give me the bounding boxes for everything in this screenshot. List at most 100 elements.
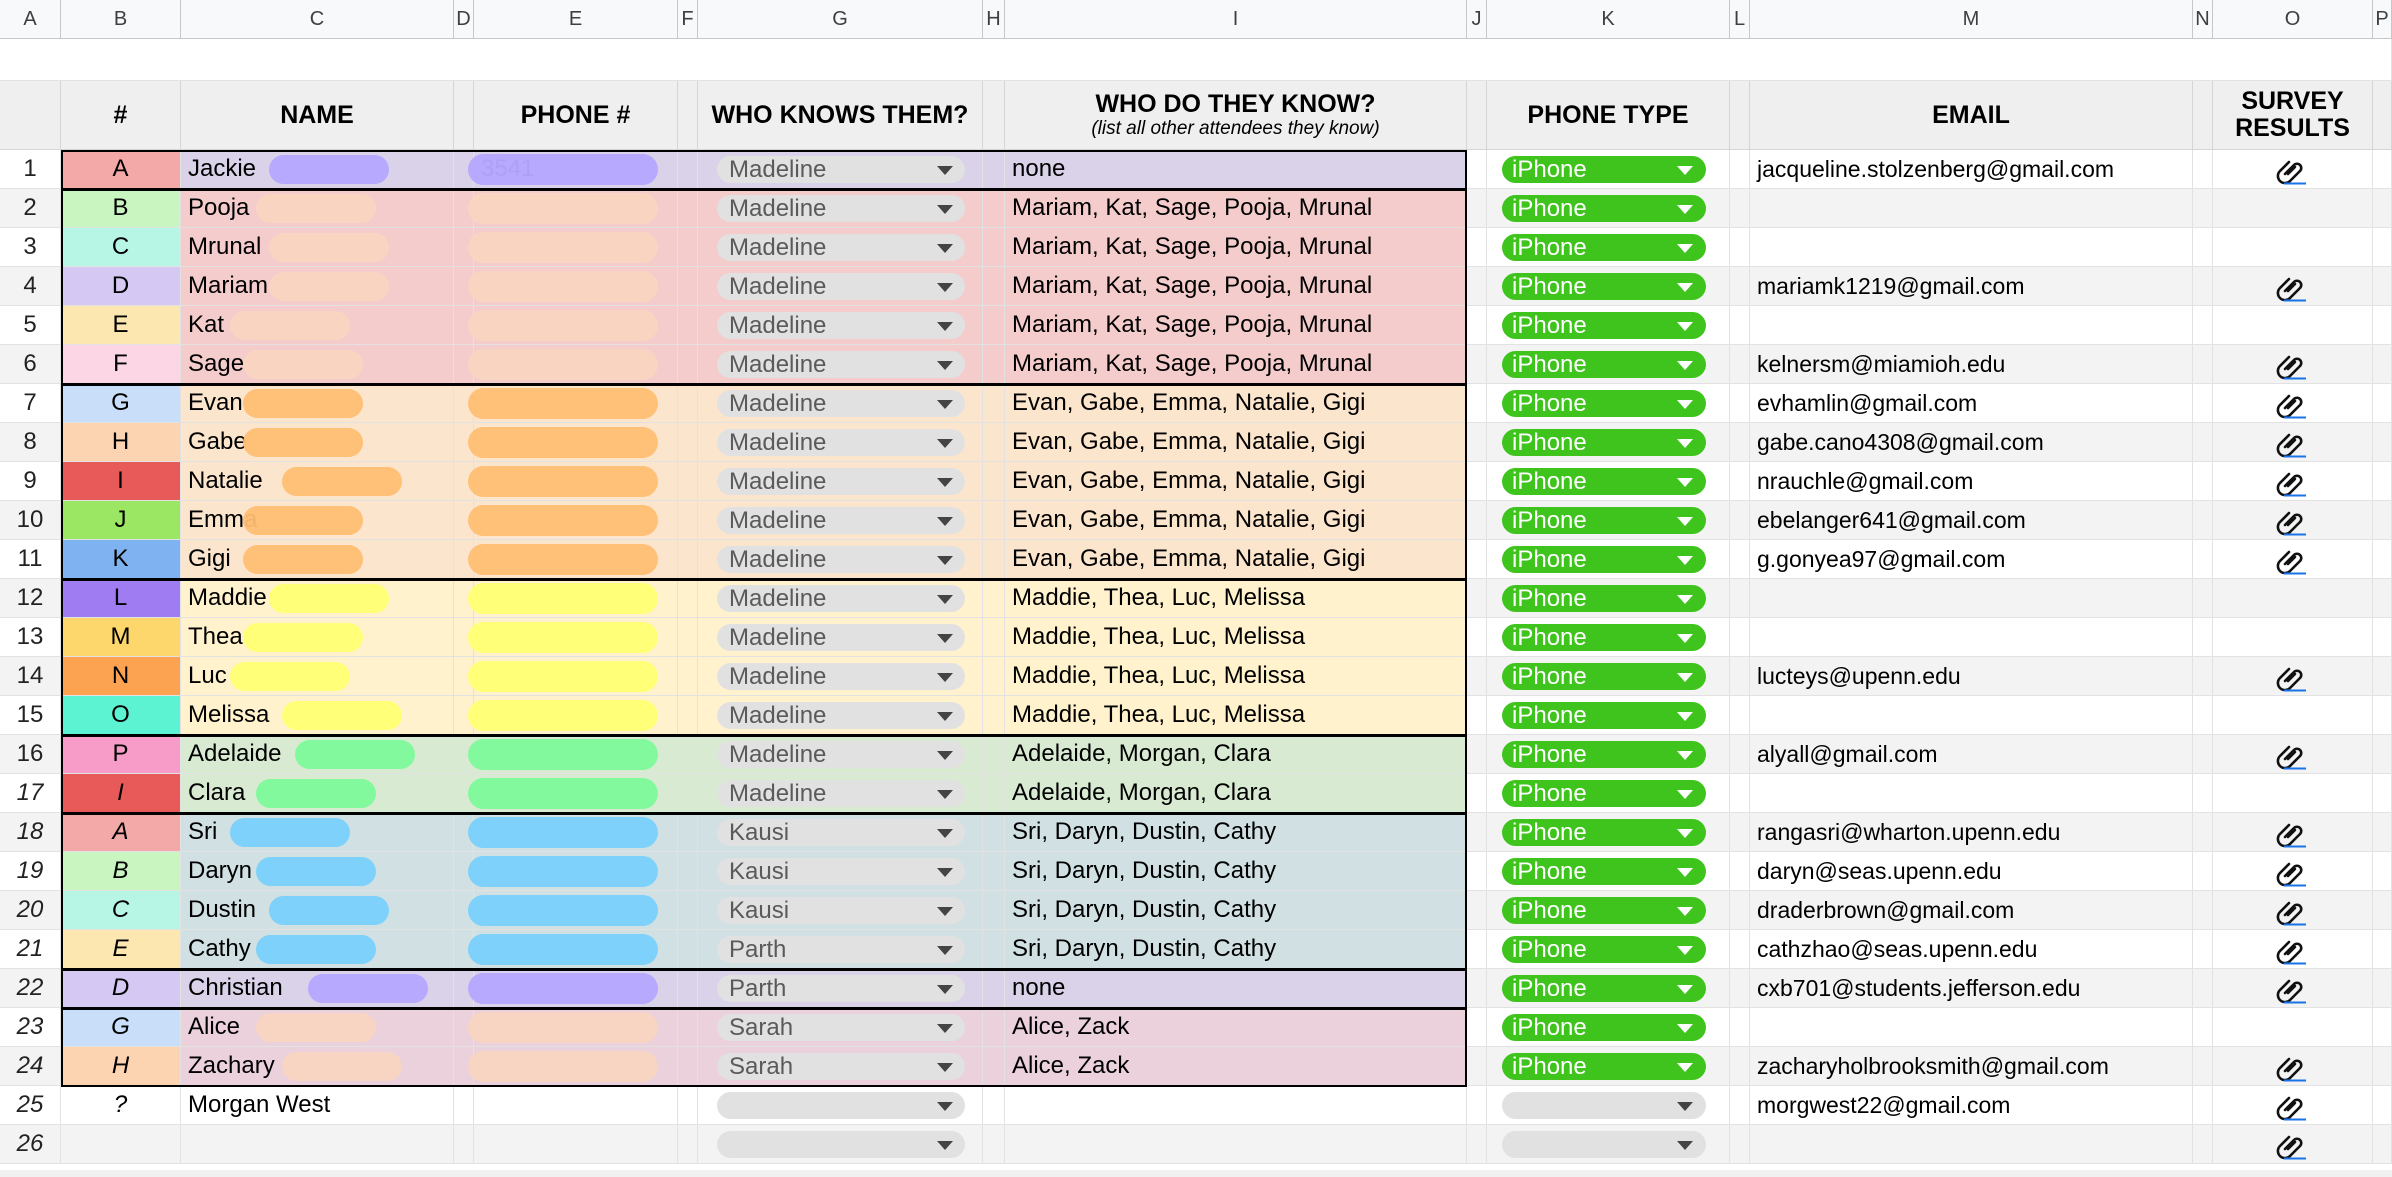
group-letter-cell[interactable]: N [61,657,181,696]
row-number[interactable]: 5 [0,306,61,345]
column-header-k[interactable]: K [1487,0,1730,39]
who-do-they-know-cell[interactable]: Maddie, Thea, Luc, Melissa [1005,618,1467,657]
chevron-down-icon[interactable] [1677,166,1693,175]
chevron-down-icon[interactable] [1677,400,1693,409]
email-cell[interactable]: nrauchle@gmail.com [1750,462,2193,501]
phone-type-dropdown[interactable]: iPhone [1502,585,1706,612]
email-cell[interactable]: mariamk1219@gmail.com [1750,267,2193,306]
who-knows-dropdown[interactable]: Madeline [717,741,965,768]
email-cell[interactable]: cathzhao@seas.upenn.edu [1750,930,2193,969]
phone-type-dropdown[interactable]: iPhone [1502,546,1706,573]
email-cell[interactable] [1750,1008,2193,1047]
phone-type-dropdown[interactable]: iPhone [1502,936,1706,963]
chevron-down-icon[interactable] [937,907,953,916]
chevron-down-icon[interactable] [937,790,953,799]
phone-type-dropdown[interactable]: iPhone [1502,975,1706,1002]
chevron-down-icon[interactable] [937,439,953,448]
chevron-down-icon[interactable] [1677,478,1693,487]
who-do-they-know-cell[interactable]: Mariam, Kat, Sage, Pooja, Mrunal [1005,345,1467,384]
link-chip-icon[interactable] [2276,1052,2310,1082]
group-letter-cell[interactable]: M [61,618,181,657]
link-chip-icon[interactable] [2276,350,2310,380]
phone-type-dropdown[interactable]: iPhone [1502,897,1706,924]
who-knows-dropdown[interactable]: Madeline [717,702,965,729]
email-cell[interactable]: evhamlin@gmail.com [1750,384,2193,423]
column-header-f[interactable]: F [678,0,698,39]
email-cell[interactable]: jacqueline.stolzenberg@gmail.com [1750,150,2193,189]
who-knows-dropdown[interactable]: Kausi [717,819,965,846]
survey-results-cell[interactable] [2213,579,2373,618]
column-header-m[interactable]: M [1750,0,2193,39]
email-cell[interactable] [1750,696,2193,735]
column-header-d[interactable]: D [454,0,474,39]
chevron-down-icon[interactable] [1677,985,1693,994]
survey-results-cell[interactable] [2213,306,2373,345]
chevron-down-icon[interactable] [1677,907,1693,916]
link-chip-icon[interactable] [2276,818,2310,848]
survey-results-cell[interactable] [2213,618,2373,657]
who-knows-dropdown[interactable]: Madeline [717,624,965,651]
who-knows-dropdown[interactable]: Madeline [717,663,965,690]
chevron-down-icon[interactable] [1677,790,1693,799]
chevron-down-icon[interactable] [1677,1024,1693,1033]
who-knows-dropdown[interactable]: Madeline [717,429,965,456]
chevron-down-icon[interactable] [937,400,953,409]
row-number[interactable]: 3 [0,228,61,267]
email-cell[interactable] [1750,306,2193,345]
chevron-down-icon[interactable] [1677,946,1693,955]
chevron-down-icon[interactable] [1677,283,1693,292]
phone-type-dropdown[interactable]: iPhone [1502,702,1706,729]
phone-type-dropdown[interactable]: iPhone [1502,663,1706,690]
chevron-down-icon[interactable] [937,244,953,253]
chevron-down-icon[interactable] [937,868,953,877]
group-letter-cell[interactable]: J [61,501,181,540]
who-knows-dropdown[interactable]: Madeline [717,468,965,495]
chevron-down-icon[interactable] [937,985,953,994]
chevron-down-icon[interactable] [937,829,953,838]
who-knows-dropdown[interactable]: Parth [717,975,965,1002]
phone-type-dropdown[interactable]: iPhone [1502,429,1706,456]
who-knows-dropdown[interactable]: Kausi [717,897,965,924]
who-do-they-know-cell[interactable]: Alice, Zack [1005,1008,1467,1047]
phone-type-dropdown[interactable]: iPhone [1502,858,1706,885]
survey-results-cell[interactable] [2213,228,2373,267]
who-knows-dropdown[interactable]: Sarah [717,1053,965,1080]
group-letter-cell[interactable]: D [61,267,181,306]
phone-type-dropdown[interactable]: iPhone [1502,1014,1706,1041]
link-chip-icon[interactable] [2276,1130,2310,1160]
who-do-they-know-cell[interactable]: Sri, Daryn, Dustin, Cathy [1005,891,1467,930]
row-number[interactable]: 20 [0,891,61,930]
chevron-down-icon[interactable] [1677,322,1693,331]
who-knows-dropdown[interactable]: Madeline [717,390,965,417]
row-number[interactable]: 8 [0,423,61,462]
who-knows-dropdown[interactable]: Madeline [717,546,965,573]
chevron-down-icon[interactable] [937,478,953,487]
email-cell[interactable]: alyall@gmail.com [1750,735,2193,774]
chevron-down-icon[interactable] [937,595,953,604]
phone-type-dropdown[interactable]: iPhone [1502,351,1706,378]
group-letter-cell[interactable]: B [61,852,181,891]
who-do-they-know-cell[interactable]: Adelaide, Morgan, Clara [1005,735,1467,774]
phone-type-dropdown[interactable]: iPhone [1502,156,1706,183]
column-header-p[interactable]: P [2373,0,2392,39]
who-do-they-know-cell[interactable] [1005,1125,1467,1164]
column-header-h[interactable]: H [983,0,1005,39]
who-do-they-know-cell[interactable]: none [1005,150,1467,189]
email-cell[interactable]: lucteys@upenn.edu [1750,657,2193,696]
row-number[interactable]: 18 [0,813,61,852]
link-chip-icon[interactable] [2276,1091,2310,1121]
column-header-j[interactable]: J [1467,0,1487,39]
phone-type-dropdown[interactable]: iPhone [1502,234,1706,261]
who-knows-dropdown[interactable]: Sarah [717,1014,965,1041]
column-header-e[interactable]: E [474,0,678,39]
email-cell[interactable] [1750,189,2193,228]
link-chip-icon[interactable] [2276,545,2310,575]
email-cell[interactable]: kelnersm@miamioh.edu [1750,345,2193,384]
who-do-they-know-cell[interactable]: Adelaide, Morgan, Clara [1005,774,1467,813]
email-cell[interactable] [1750,1125,2193,1164]
chevron-down-icon[interactable] [937,1024,953,1033]
chevron-down-icon[interactable] [937,322,953,331]
phone-type-dropdown[interactable]: iPhone [1502,468,1706,495]
phone-type-dropdown[interactable]: iPhone [1502,741,1706,768]
phone-type-dropdown[interactable]: iPhone [1502,1053,1706,1080]
